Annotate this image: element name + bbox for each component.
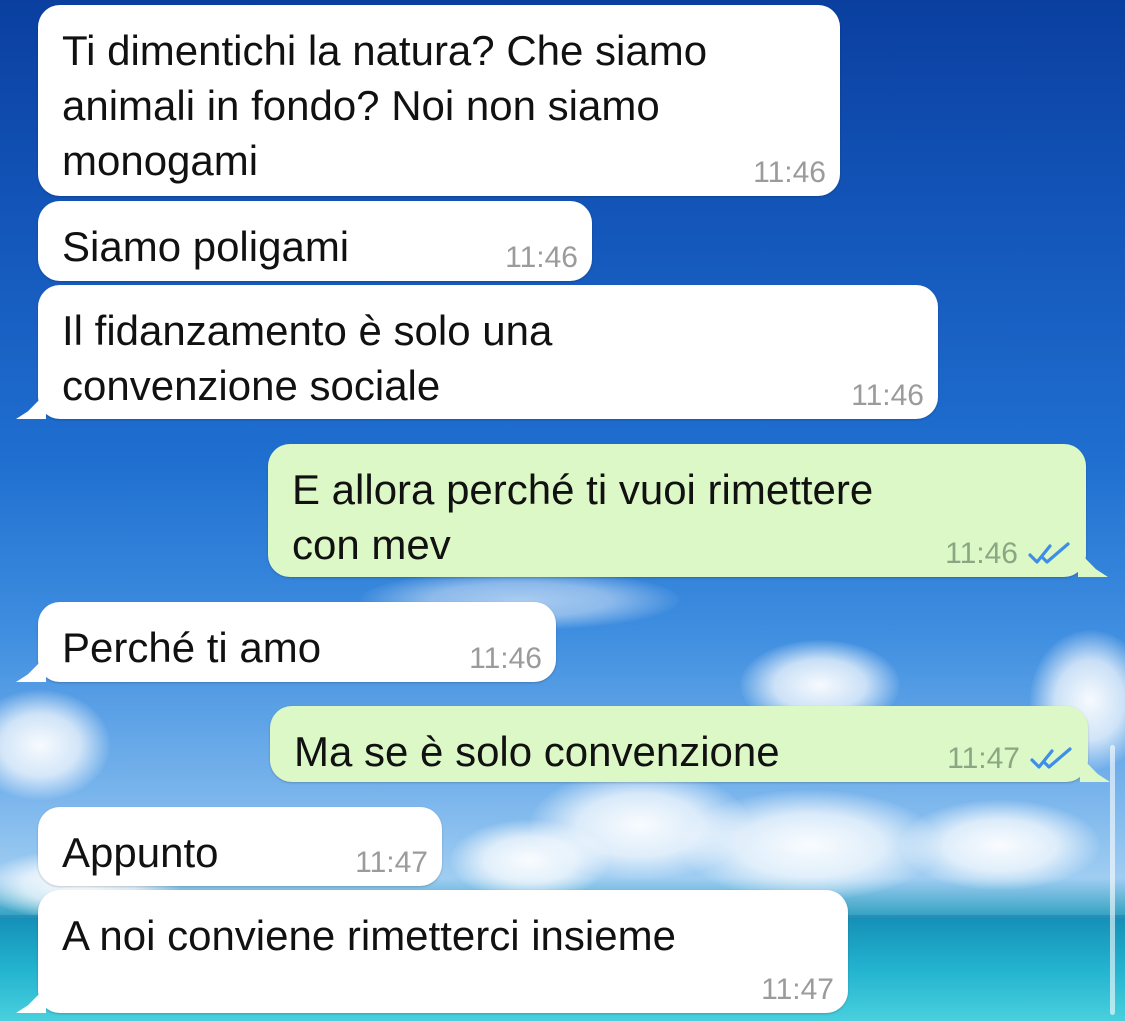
message-text: A noi conviene rimetterci insieme (62, 912, 676, 959)
message-time: 11:46 (851, 379, 924, 412)
message-meta: 11:46 (753, 158, 826, 188)
message-time: 11:46 (469, 642, 542, 675)
message-time: 11:47 (355, 846, 428, 879)
message-time: 11:46 (505, 241, 578, 274)
wallpaper-cloud (0, 690, 110, 800)
bubble-tail (16, 656, 46, 682)
message-time: 11:46 (753, 156, 826, 189)
message-meta: 11:47 (947, 744, 1074, 774)
message-text: Il fidanzamento è solo una convenzione s… (62, 307, 553, 409)
message-bubble-incoming[interactable]: Siamo poligami 11:46 (38, 201, 592, 281)
message-meta: 11:47 (355, 848, 428, 878)
message-text: Perché ti amo (62, 624, 322, 671)
message-bubble-outgoing[interactable]: Ma se è solo convenzione 11:47 (270, 706, 1110, 782)
message-text: Siamo poligami (62, 223, 350, 270)
wallpaper-cloud (900, 800, 1100, 890)
message-meta: 11:46 (945, 539, 1072, 569)
bubble-tail (1080, 756, 1110, 782)
chat-view[interactable]: Ti dimentichi la natura? Che siamo anima… (0, 0, 1125, 1021)
message-time: 11:47 (947, 742, 1020, 775)
message-bubble-outgoing[interactable]: E allora perché ti vuoi rimettere con me… (268, 444, 1108, 577)
message-bubble-incoming[interactable]: Perché ti amo 11:46 (16, 602, 556, 682)
message-bubble-incoming[interactable]: A noi conviene rimetterci insieme 11:47 (16, 890, 848, 1013)
double-check-icon (1028, 542, 1070, 564)
double-check-icon (1030, 747, 1072, 769)
message-meta: 11:47 (761, 975, 834, 1005)
message-time: 11:46 (945, 537, 1018, 570)
message-text: Ti dimentichi la natura? Che siamo anima… (62, 27, 708, 184)
message-bubble-incoming[interactable]: Il fidanzamento è solo una convenzione s… (16, 285, 938, 419)
message-meta: 11:46 (505, 243, 578, 273)
message-bubble-incoming[interactable]: Appunto 11:47 (38, 807, 442, 886)
message-time: 11:47 (761, 973, 834, 1006)
bubble-tail (16, 393, 46, 419)
message-meta: 11:46 (469, 644, 542, 674)
wallpaper-cloud (450, 820, 610, 900)
chat-scrollbar[interactable] (1110, 745, 1115, 1015)
message-meta: 11:46 (851, 381, 924, 411)
message-bubble-incoming[interactable]: Ti dimentichi la natura? Che siamo anima… (38, 5, 840, 196)
wallpaper-cloud (680, 790, 940, 900)
wallpaper-cloud (530, 770, 750, 880)
bubble-tail (1078, 551, 1108, 577)
